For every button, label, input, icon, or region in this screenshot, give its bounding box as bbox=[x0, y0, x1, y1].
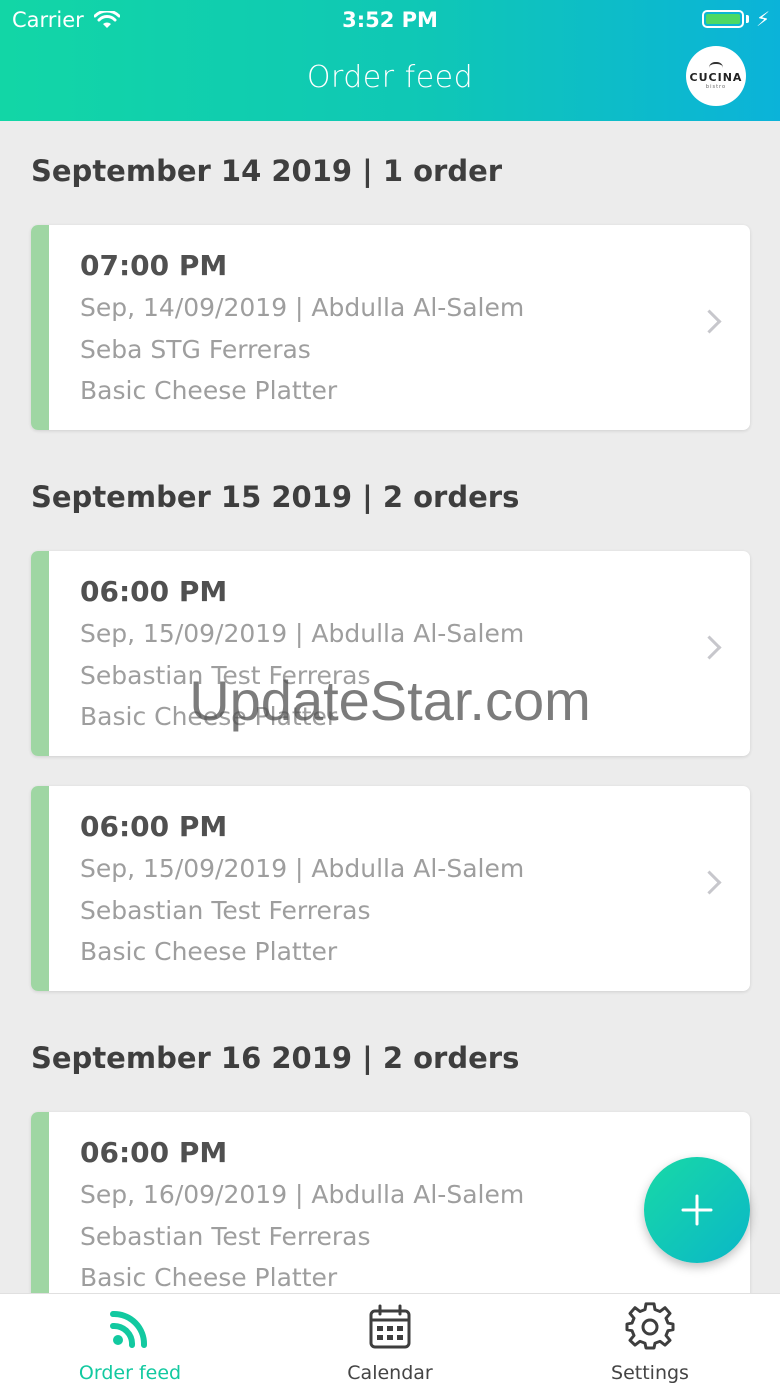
section-header: September 14 2019 | 1 order bbox=[31, 154, 503, 188]
order-date-customer: Sep, 16/09/2019 | Abdulla Al-Salem bbox=[80, 1180, 525, 1209]
order-contact: Sebastian Test Ferreras bbox=[80, 661, 371, 690]
order-date-customer: Sep, 15/09/2019 | Abdulla Al-Salem bbox=[80, 619, 525, 648]
card-accent bbox=[31, 551, 49, 756]
order-card[interactable]: 06:00 PM Sep, 15/09/2019 | Abdulla Al-Sa… bbox=[31, 786, 750, 991]
order-date-customer: Sep, 15/09/2019 | Abdulla Al-Salem bbox=[80, 854, 525, 883]
section-header: September 15 2019 | 2 orders bbox=[31, 480, 520, 514]
restaurant-logo[interactable]: CUCINA bistro bbox=[686, 46, 746, 106]
order-time: 06:00 PM bbox=[80, 810, 228, 843]
order-contact: Sebastian Test Ferreras bbox=[80, 1222, 371, 1251]
battery-tip bbox=[746, 15, 749, 23]
order-time: 06:00 PM bbox=[80, 575, 228, 608]
logo-subtext: bistro bbox=[705, 84, 727, 90]
section-header: September 16 2019 | 2 orders bbox=[31, 1041, 520, 1075]
page-title: Order feed bbox=[306, 60, 474, 95]
status-time: 3:52 PM bbox=[342, 8, 438, 32]
order-card[interactable]: 06:00 PM Sep, 16/09/2019 | Abdulla Al-Sa… bbox=[31, 1112, 750, 1317]
feed-icon bbox=[110, 1311, 147, 1348]
order-card[interactable]: 07:00 PM Sep, 14/09/2019 | Abdulla Al-Sa… bbox=[31, 225, 750, 430]
gear-icon bbox=[625, 1302, 675, 1350]
order-contact: Seba STG Ferreras bbox=[80, 335, 311, 364]
logo-mark-icon bbox=[709, 62, 723, 70]
order-contact: Sebastian Test Ferreras bbox=[80, 896, 371, 925]
app-header: Carrier 3:52 PM ⚡ Order feed CUCINA bist… bbox=[0, 0, 780, 121]
order-time: 07:00 PM bbox=[80, 249, 228, 282]
chevron-right-icon bbox=[697, 309, 722, 334]
card-accent bbox=[31, 786, 49, 991]
tab-order-feed[interactable]: Order feed bbox=[0, 1294, 260, 1388]
order-item: Basic Cheese Platter bbox=[80, 376, 338, 405]
add-order-button[interactable] bbox=[644, 1157, 750, 1263]
card-accent bbox=[31, 225, 49, 430]
tab-label: Calendar bbox=[347, 1362, 433, 1384]
tab-label: Settings bbox=[611, 1362, 689, 1384]
calendar-icon bbox=[369, 1304, 411, 1349]
order-item: Basic Cheese Platter bbox=[80, 937, 338, 966]
order-date-customer: Sep, 14/09/2019 | Abdulla Al-Salem bbox=[80, 293, 525, 322]
chevron-right-icon bbox=[697, 870, 722, 895]
order-item: Basic Cheese Platter bbox=[80, 1263, 338, 1292]
tab-calendar[interactable]: Calendar bbox=[260, 1294, 520, 1388]
card-accent bbox=[31, 1112, 49, 1317]
tab-settings[interactable]: Settings bbox=[520, 1294, 780, 1388]
plus-icon bbox=[681, 1194, 713, 1226]
order-item: Basic Cheese Platter bbox=[80, 702, 338, 731]
logo-text: CUCINA bbox=[689, 71, 743, 84]
chevron-right-icon bbox=[697, 635, 722, 660]
order-card[interactable]: 06:00 PM Sep, 15/09/2019 | Abdulla Al-Sa… bbox=[31, 551, 750, 756]
order-time: 06:00 PM bbox=[80, 1136, 228, 1169]
charging-icon: ⚡ bbox=[755, 7, 770, 31]
tab-bar: Order feed Calendar Settings bbox=[0, 1293, 780, 1388]
tab-label: Order feed bbox=[78, 1362, 182, 1384]
battery-icon bbox=[702, 10, 744, 28]
